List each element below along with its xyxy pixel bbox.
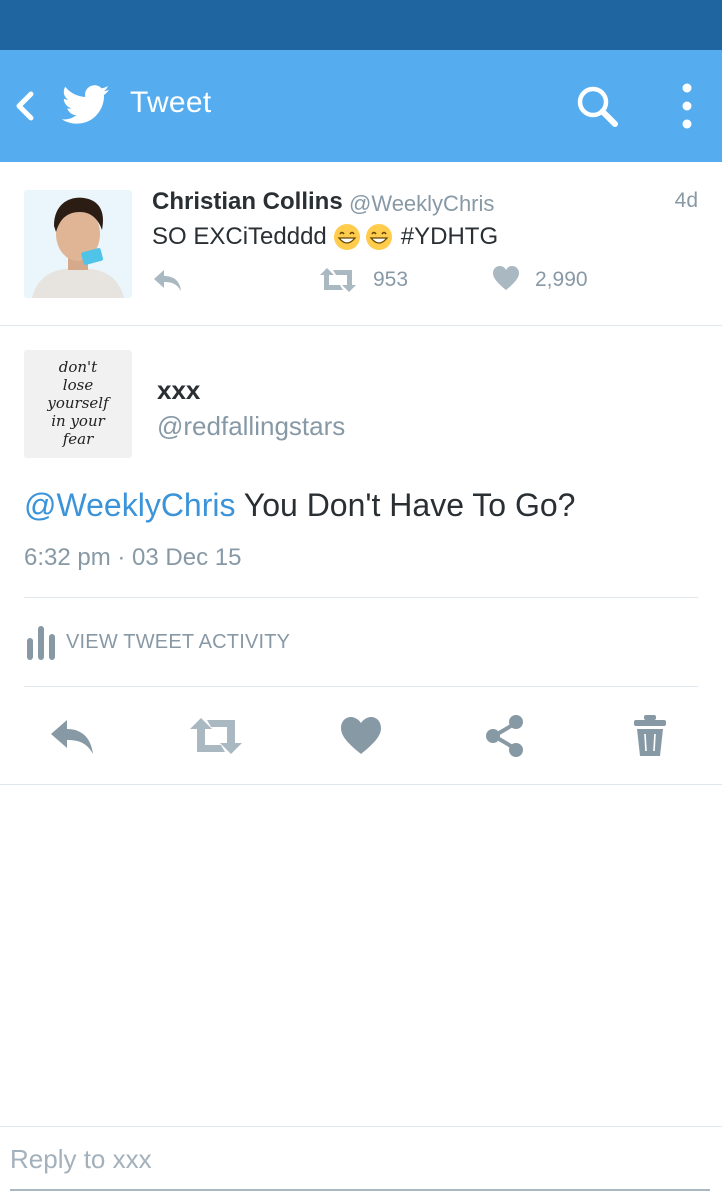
- tweet-text-body: SO EXCiTedddd: [152, 223, 327, 250]
- avatar[interactable]: [24, 190, 132, 298]
- author-name[interactable]: xxx: [157, 375, 200, 406]
- bar-chart-icon[interactable]: [26, 624, 56, 660]
- hashtag-link[interactable]: #YDHTG: [401, 223, 498, 251]
- retweet-icon[interactable]: [188, 712, 244, 760]
- reply-input-underline: [10, 1189, 710, 1191]
- like-icon[interactable]: [340, 712, 382, 760]
- like-icon[interactable]: [492, 265, 520, 293]
- tweet-timestamp: 6:32 pm · 03 Dec 15: [24, 544, 242, 571]
- tweet-age: 4d: [674, 189, 698, 212]
- like-count: 2,990: [535, 268, 588, 291]
- author-handle[interactable]: @redfallingstars: [157, 411, 345, 442]
- avatar-photo-icon: [24, 190, 132, 298]
- search-icon[interactable]: [575, 84, 621, 130]
- avatar-quote-text: don't lose yourself in your fear: [47, 358, 109, 448]
- divider: [24, 597, 698, 598]
- retweet-count: 953: [373, 268, 409, 291]
- grinning-face-icon: [365, 224, 392, 250]
- parent-tweet[interactable]: Christian Collins @WeeklyChris 4d SO EXC…: [0, 162, 722, 326]
- author-name[interactable]: Christian Collins: [152, 188, 343, 216]
- tweet-text: @WeeklyChris You Don't Have To Go?: [24, 487, 575, 524]
- delete-icon[interactable]: [630, 712, 670, 760]
- twitter-bird-icon: [62, 85, 110, 124]
- tweet-text: SO EXCiTedddd #YDHTG: [152, 223, 498, 251]
- app-bar: Tweet: [0, 50, 722, 162]
- view-tweet-activity-link[interactable]: VIEW TWEET ACTIVITY: [66, 631, 290, 654]
- author-handle[interactable]: @WeeklyChris: [349, 191, 494, 217]
- mention-link[interactable]: @WeeklyChris: [24, 487, 235, 523]
- overflow-menu-icon[interactable]: [672, 82, 702, 130]
- reply-icon[interactable]: [152, 266, 184, 294]
- divider: [24, 686, 698, 687]
- avatar[interactable]: don't lose yourself in your fear: [24, 350, 132, 458]
- divider: [0, 784, 722, 785]
- grinning-face-icon: [333, 224, 360, 250]
- share-icon[interactable]: [484, 712, 526, 760]
- reply-bar: [0, 1126, 722, 1200]
- tweet-text-body: You Don't Have To Go?: [235, 487, 576, 523]
- status-bar: [0, 0, 722, 50]
- back-icon[interactable]: [12, 88, 38, 124]
- parent-tweet-actions: 953 2,990: [152, 262, 652, 298]
- retweet-icon[interactable]: [318, 266, 358, 294]
- reply-icon[interactable]: [48, 712, 96, 760]
- page-title: Tweet: [130, 86, 212, 119]
- reply-input[interactable]: [10, 1139, 710, 1179]
